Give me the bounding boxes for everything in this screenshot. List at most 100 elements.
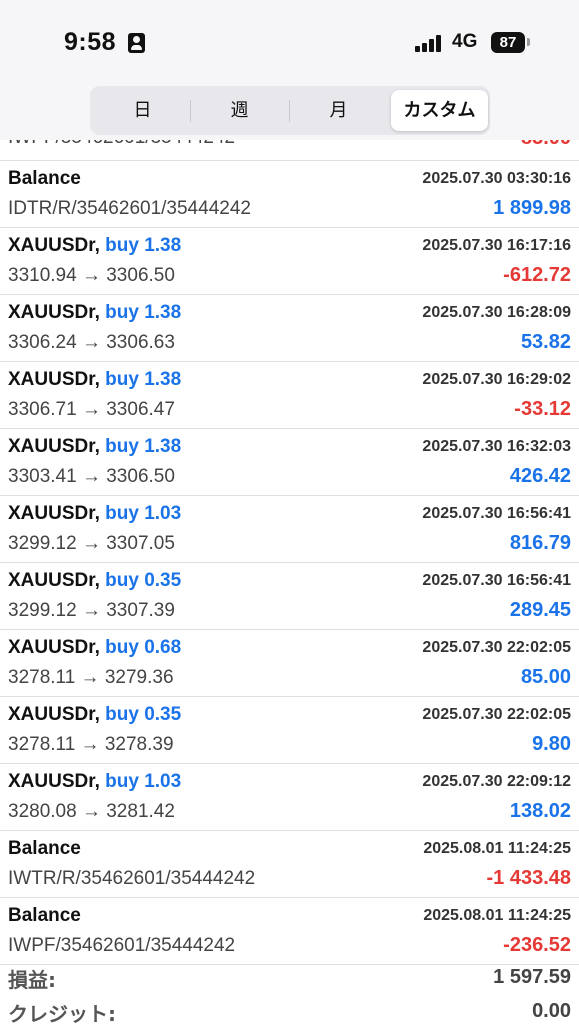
signal-icon <box>415 34 445 52</box>
person-icon <box>128 33 145 53</box>
deal-detail: 3310.94 → 3306.50 <box>8 265 175 286</box>
deal-row[interactable]: XAUUSDr, buy 1.38 2025.07.30 16:32:03 3303… <box>0 429 579 496</box>
deal-profit: 289.45 <box>509 599 571 621</box>
deal-datetime: 2025.07.30 22:02:05 <box>422 639 571 656</box>
deal-datetime: 2025.08.01 11:24:25 <box>423 907 571 924</box>
status-bar: 9:58 4G 87 <box>0 0 579 86</box>
deal-symbol-line: XAUUSDr, buy 0.35 <box>8 570 181 592</box>
deal-row[interactable]: XAUUSDr, buy 1.38 2025.07.30 16:17:16 3310… <box>0 228 579 295</box>
deal-profit: 426.42 <box>509 465 571 487</box>
deal-symbol-line: XAUUSDr, buy 1.03 <box>8 503 181 525</box>
summary-profit-row: 損益: 1 597.59 <box>0 958 579 992</box>
summary: 損益: 1 597.59 クレジット: 0.00 <box>0 958 579 1026</box>
deal-detail: IWTR/R/35462601/35444242 <box>8 868 256 889</box>
deal-row[interactable]: Balance 2025.08.01 11:24:25 IWPF/35462601/… <box>0 898 579 965</box>
credit-value: 0.00 <box>532 1000 571 1022</box>
tab-custom[interactable]: カスタム <box>391 90 488 131</box>
tab-month[interactable]: 月 <box>290 90 387 131</box>
top-bar: 9:58 4G 87 日 週 月 カスタム <box>0 0 579 140</box>
profit-label: 損益: <box>8 968 56 992</box>
deal-symbol: XAUUSDr, <box>8 570 100 591</box>
deal-symbol: Balance <box>8 905 81 926</box>
deal-symbol-line: Balance <box>8 905 81 927</box>
deal-row[interactable]: XAUUSDr, buy 1.03 2025.07.30 16:56:41 3299… <box>0 496 579 563</box>
deal-datetime: 2025.07.30 16:29:02 <box>422 371 571 388</box>
deal-datetime: 2025.07.30 16:56:41 <box>422 572 571 589</box>
deal-datetime: 2025.07.30 16:32:03 <box>422 438 571 455</box>
credit-label: クレジット: <box>8 1002 116 1026</box>
deal-symbol-line: XAUUSDr, buy 1.38 <box>8 235 181 257</box>
deal-symbol-line: XAUUSDr, buy 1.38 <box>8 369 181 391</box>
deal-type: buy 1.38 <box>105 369 182 390</box>
deal-detail: 3306.24 → 3306.63 <box>8 332 175 353</box>
deal-detail: IDTR/R/35462601/35444242 <box>8 198 251 219</box>
deal-profit: 53.82 <box>520 331 571 353</box>
deal-symbol: Balance <box>8 838 81 859</box>
deal-profit: -33.12 <box>514 398 571 420</box>
deal-detail: 3299.12 → 3307.05 <box>8 533 175 554</box>
deal-symbol-line: Balance <box>8 168 81 190</box>
deal-row[interactable]: Balance 2025.08.01 11:24:25 IWTR/R/3546260… <box>0 831 579 898</box>
battery-icon: 87 <box>491 32 525 53</box>
deal-symbol: XAUUSDr, <box>8 235 100 256</box>
battery-tip <box>527 38 530 46</box>
deal-type: buy 1.03 <box>105 503 182 524</box>
deal-detail: 3306.71 → 3306.47 <box>8 399 175 420</box>
deal-symbol-line: XAUUSDr, buy 0.35 <box>8 704 181 726</box>
deal-detail: 3303.41 → 3306.50 <box>8 466 175 487</box>
deal-type: buy 0.68 <box>105 637 182 658</box>
deal-symbol: XAUUSDr, <box>8 771 100 792</box>
deal-type: buy 0.35 <box>105 570 182 591</box>
deal-type: buy 1.38 <box>105 302 182 323</box>
deal-symbol: XAUUSDr, <box>8 302 100 323</box>
deal-detail: 3278.11 → 3278.39 <box>8 734 174 755</box>
deal-symbol-line: XAUUSDr, buy 1.38 <box>8 436 181 458</box>
deal-datetime: 2025.07.30 16:17:16 <box>422 237 571 254</box>
deal-datetime: 2025.07.30 03:30:16 <box>422 170 571 187</box>
deal-profit: 85.00 <box>520 666 571 688</box>
deal-symbol: XAUUSDr, <box>8 436 100 457</box>
deal-profit: -236.52 <box>503 934 571 956</box>
deal-symbol: XAUUSDr, <box>8 503 100 524</box>
network-type: 4G <box>452 31 478 52</box>
deal-profit: -1 433.48 <box>486 867 571 889</box>
deal-profit: -612.72 <box>503 264 571 286</box>
deal-datetime: 2025.07.30 16:28:09 <box>422 304 571 321</box>
deal-symbol: XAUUSDr, <box>8 369 100 390</box>
deal-row[interactable]: XAUUSDr, buy 1.38 2025.07.30 16:29:02 3306… <box>0 362 579 429</box>
tab-day[interactable]: 日 <box>94 90 191 131</box>
deal-row[interactable]: Balance 2025.07.30 03:30:16 IDTR/R/3546260… <box>0 161 579 228</box>
deal-type: buy 1.03 <box>105 771 182 792</box>
deal-row[interactable]: XAUUSDr, buy 1.38 2025.07.30 16:28:09 3306… <box>0 295 579 362</box>
deal-row[interactable]: XAUUSDr, buy 0.68 2025.07.30 22:02:05 3278… <box>0 630 579 697</box>
period-segmented-control: 日 週 月 カスタム <box>90 86 490 135</box>
deal-datetime: 2025.07.30 22:09:12 <box>422 773 571 790</box>
deal-datetime: 2025.08.01 11:24:25 <box>423 840 571 857</box>
deal-symbol-line: XAUUSDr, buy 0.68 <box>8 637 181 659</box>
deal-detail: 3280.08 → 3281.42 <box>8 801 175 822</box>
profit-value: 1 597.59 <box>493 966 571 988</box>
deal-type: buy 1.38 <box>105 436 182 457</box>
deal-symbol: XAUUSDr, <box>8 637 100 658</box>
deal-symbol: XAUUSDr, <box>8 704 100 725</box>
deal-detail: IWPF/35462601/35444242 <box>8 935 236 956</box>
deals-list: IWPF/35462601/35444242 -83.00 Balance202… <box>0 125 579 965</box>
deal-profit: 138.02 <box>509 800 571 822</box>
deal-symbol-line: Balance <box>8 838 81 860</box>
tab-week[interactable]: 週 <box>191 90 288 131</box>
deal-row[interactable]: XAUUSDr, buy 1.03 2025.07.30 22:09:12 3280… <box>0 764 579 831</box>
status-time: 9:58 <box>64 28 117 56</box>
deal-symbol-line: XAUUSDr, buy 1.38 <box>8 302 181 324</box>
deal-profit: 816.79 <box>509 532 571 554</box>
deal-type: buy 0.35 <box>105 704 182 725</box>
deal-datetime: 2025.07.30 16:56:41 <box>422 505 571 522</box>
deal-datetime: 2025.07.30 22:02:05 <box>422 706 571 723</box>
deal-profit: 9.80 <box>532 733 571 755</box>
summary-credit-row: クレジット: 0.00 <box>0 992 579 1026</box>
deal-detail: 3299.12 → 3307.39 <box>8 600 175 621</box>
deal-row[interactable]: XAUUSDr, buy 0.35 2025.07.30 22:02:05 3278… <box>0 697 579 764</box>
deal-detail: 3278.11 → 3279.36 <box>8 667 174 688</box>
deal-symbol-line: XAUUSDr, buy 1.03 <box>8 771 181 793</box>
deal-row[interactable]: XAUUSDr, buy 0.35 2025.07.30 16:56:41 3299… <box>0 563 579 630</box>
deal-type: buy 1.38 <box>105 235 182 256</box>
